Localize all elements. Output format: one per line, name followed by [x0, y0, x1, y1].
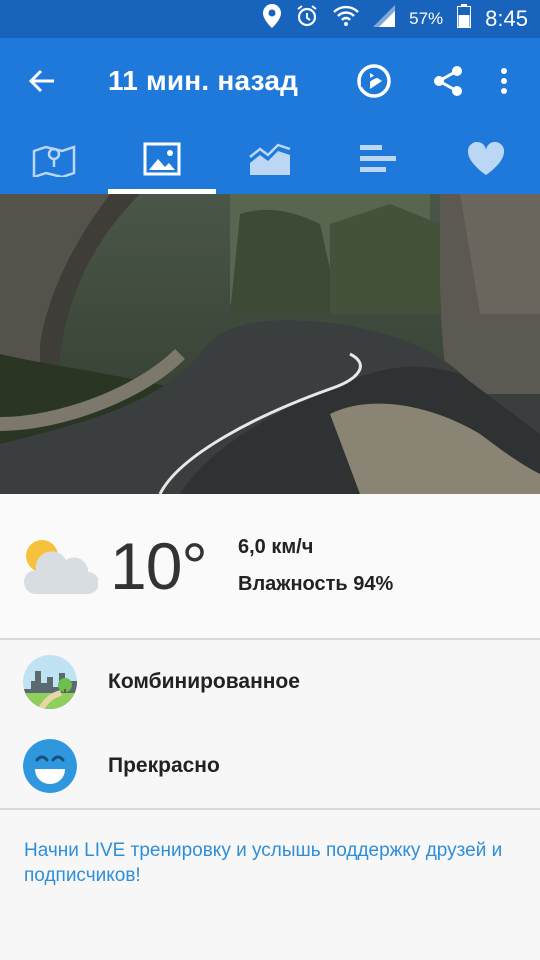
status-bar: 57% 8:45: [0, 0, 540, 38]
wifi-icon: [333, 5, 359, 33]
clock: 8:45: [485, 6, 528, 31]
area-chart-icon: [249, 143, 291, 175]
app-bar: 11 мин. назад: [0, 38, 540, 124]
battery-icon: [457, 4, 472, 34]
weather-panel: 10° 6,0 км/ч Влажность 94%: [0, 494, 540, 638]
surface-row[interactable]: Комбинированное: [0, 642, 540, 722]
divider: [0, 808, 540, 810]
smile-icon: [23, 739, 77, 793]
wind-speed: 6,0 км/ч: [238, 536, 314, 558]
more-vert-icon[interactable]: [476, 53, 532, 109]
activity-photo[interactable]: [0, 194, 540, 494]
location-icon: [263, 4, 282, 34]
mixed-terrain-icon: [23, 655, 77, 709]
temperature: 10°: [110, 529, 208, 603]
partly-cloudy-icon: [22, 536, 99, 596]
divider: [0, 638, 540, 640]
map-icon: [32, 145, 76, 177]
image-icon: [143, 142, 181, 176]
battery-percent: 57%: [409, 9, 444, 28]
replay-route-icon[interactable]: [346, 53, 402, 109]
alarm-icon: [295, 4, 319, 34]
bar-list-icon: [360, 145, 396, 172]
tab-photo[interactable]: [108, 124, 216, 194]
tab-map[interactable]: [0, 124, 108, 194]
back-arrow-icon[interactable]: [12, 51, 72, 111]
tab-bar: [0, 124, 540, 194]
live-promo-link[interactable]: Начни LIVE тренировку и услышь поддержку…: [24, 838, 504, 888]
tab-likes[interactable]: [432, 124, 540, 194]
weather-details: 6,0 км/ч Влажность 94%: [238, 529, 393, 603]
page-title: 11 мин. назад: [108, 65, 299, 96]
feeling-row[interactable]: Прекрасно: [0, 726, 540, 806]
feeling-label: Прекрасно: [108, 754, 220, 777]
share-icon[interactable]: [420, 53, 476, 109]
tab-chart[interactable]: [216, 124, 324, 194]
signal-icon: [373, 5, 396, 33]
surface-label: Комбинированное: [108, 670, 300, 693]
heart-icon: [467, 141, 505, 175]
humidity: Влажность 94%: [238, 573, 394, 595]
tab-splits[interactable]: [324, 124, 432, 194]
